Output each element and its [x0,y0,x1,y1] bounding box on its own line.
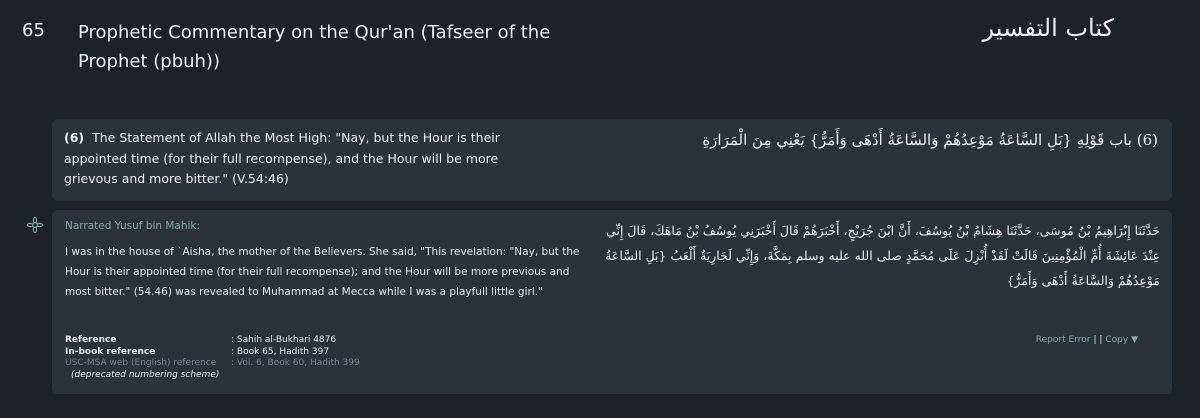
chapter-title-text: The Statement of Allah the Most High: "N… [64,130,500,186]
book-header: 65 Prophetic Commentary on the Qur'an (T… [0,0,1200,110]
chapter-title: (6) The Statement of Allah the Most High:… [64,128,554,190]
usc-msa-reference-label: USC-MSA web (English) reference [65,358,217,368]
usc-msa-reference-value: : Vol. 6, Book 60, Hadith 399 [231,358,360,368]
book-number: 65 [22,20,45,41]
deprecated-note: (deprecated numbering scheme) [71,369,220,380]
in-book-reference-row: In-book reference : Book 65, Hadith 397 [65,347,485,359]
hadith-actions: Report Error | | Copy ▼ [1036,335,1138,345]
in-book-reference-label: In-book reference [65,346,156,357]
chapter-number: (6) [64,130,85,145]
chapter-title-arabic: (6) باب قَوْلِهِ {بَلِ السَّاعَةُ مَوْعِ… [702,131,1158,149]
copy-button[interactable]: Copy ▼ [1105,335,1138,345]
book-title: Prophetic Commentary on the Qur'an (Tafs… [78,22,551,72]
action-separator: | | [1093,335,1103,345]
book-title-arabic: كتاب التفسير [982,14,1114,42]
hadith-text-english: I was in the house of `Aisha, the mother… [65,246,580,298]
flower-icon[interactable] [26,216,44,234]
in-book-reference-value: : Book 65, Hadith 397 [231,346,330,357]
reference-value: : Sahih al-Bukhari 4876 [231,335,337,345]
usc-msa-reference-row: USC-MSA web (English) reference : Vol. 6… [65,358,485,370]
hadith-text-arabic: حَدَّثَنَا إِبْرَاهِيمُ بْنُ مُوسَى، حَد… [605,223,1160,288]
hadith-panel: Narrated Yusuf bin Mahik: I was in the h… [52,210,1172,394]
chapter-panel: (6) The Statement of Allah the Most High:… [52,119,1172,201]
reference-label: Reference [65,335,117,345]
reference-row: Reference : Sahih al-Bukhari 4876 [65,335,485,347]
narrator: Narrated Yusuf bin Mahik: [65,220,201,232]
report-error-link[interactable]: Report Error [1036,335,1091,345]
reference-table: Reference : Sahih al-Bukhari 4876 In-boo… [65,335,485,381]
